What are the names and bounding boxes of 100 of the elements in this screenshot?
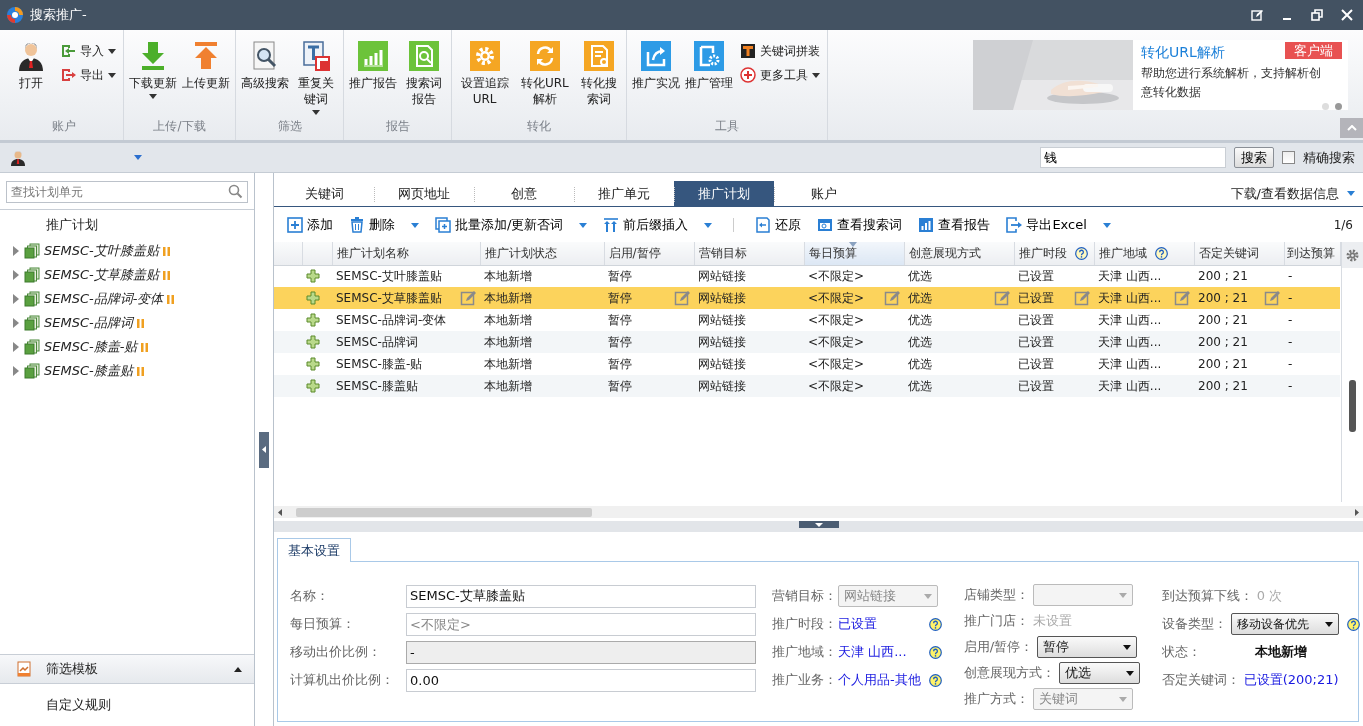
- collapse-button[interactable]: [1340, 118, 1363, 138]
- field-label: 推广地域：: [772, 643, 834, 661]
- search-field[interactable]: 钱: [1040, 147, 1226, 168]
- tree-item[interactable]: SEMSC-膝盖贴: [44, 362, 133, 380]
- share-icon: [640, 40, 673, 72]
- table-cell: 200 ; 21: [1194, 287, 1284, 309]
- input-field[interactable]: SEMSC-艾草膝盖贴: [406, 584, 756, 608]
- ribbon-button[interactable]: 设置追踪URL: [455, 40, 515, 107]
- column-header[interactable]: 推广计划状态: [480, 242, 604, 265]
- plus-icon[interactable]: [306, 313, 320, 327]
- dropdown[interactable]: 暂停: [1037, 636, 1138, 658]
- ribbon-button[interactable]: 推广报告: [347, 40, 399, 91]
- restore-icon[interactable]: [1311, 9, 1323, 21]
- table-cell: 天津 山西...: [1094, 331, 1194, 353]
- ribbon-button[interactable]: 下载更新: [127, 40, 179, 99]
- horizontal-scrollbar[interactable]: [274, 506, 1363, 518]
- input-field[interactable]: <不限定>: [406, 612, 756, 636]
- column-header[interactable]: 推广时段: [1014, 242, 1094, 265]
- toolbar-button[interactable]: 删除: [342, 213, 426, 237]
- column-header[interactable]: 推广计划名称: [332, 242, 480, 265]
- tree-item[interactable]: SEMSC-艾草膝盖贴: [44, 266, 159, 284]
- link[interactable]: 个人用品-其他: [838, 671, 921, 689]
- toolbar-button[interactable]: 添加: [280, 213, 340, 237]
- link[interactable]: 已设置(200;21): [1243, 671, 1339, 689]
- toolbar-button[interactable]: 还原: [748, 213, 809, 237]
- ribbon-button[interactable]: 关键词拼装: [736, 40, 825, 62]
- carousel-dot[interactable]: [1335, 103, 1342, 110]
- ribbon-button[interactable]: 更多工具: [736, 64, 825, 86]
- tree-item[interactable]: SEMSC-品牌词: [44, 314, 133, 332]
- tree-item[interactable]: SEMSC-艾叶膝盖贴: [44, 242, 159, 260]
- column-header[interactable]: 营销目标: [694, 242, 804, 265]
- tree-item[interactable]: SEMSC-膝盖-贴: [44, 338, 138, 356]
- table-cell: -: [1284, 265, 1340, 287]
- ribbon-button[interactable]: 高级搜索: [239, 40, 291, 91]
- tab[interactable]: 关键词: [274, 181, 374, 206]
- tab[interactable]: 推广计划: [674, 181, 774, 206]
- column-header[interactable]: 启用/暂停: [604, 242, 694, 265]
- column-header[interactable]: 每日预算: [804, 242, 904, 265]
- toolbar-button[interactable]: 批量添加/更新否词: [428, 213, 595, 237]
- table-cell: 优选: [904, 353, 1014, 375]
- ribbon-button[interactable]: 重复关键词: [292, 40, 340, 115]
- table-cell: 已设置: [1014, 287, 1094, 309]
- ribbon-button[interactable]: 转化搜索词: [575, 40, 624, 107]
- link[interactable]: 已设置: [838, 615, 877, 633]
- plus-icon[interactable]: [306, 335, 320, 349]
- export-icon: [60, 67, 76, 83]
- tab[interactable]: 基本设置: [277, 538, 351, 562]
- caret-icon: [1118, 696, 1127, 702]
- scrollbar-thumb[interactable]: [1349, 380, 1356, 432]
- plus-icon[interactable]: [306, 269, 320, 284]
- caret-icon: [1125, 670, 1134, 676]
- ribbon-button[interactable]: 导出: [56, 64, 120, 86]
- panel-header[interactable]: 筛选模板: [0, 654, 254, 684]
- collapse-handle[interactable]: [259, 431, 269, 468]
- plus-icon[interactable]: [306, 291, 320, 305]
- ribbon-button[interactable]: 推广管理: [683, 40, 736, 91]
- column-header[interactable]: 到达预算: [1284, 242, 1340, 265]
- banner-title[interactable]: 转化URL解析: [1141, 42, 1225, 62]
- ribbon-button[interactable]: 转化URL解析: [515, 40, 575, 107]
- dropdown[interactable]: 移动设备优先: [1230, 613, 1339, 635]
- download-info-link[interactable]: 下载/查看数据信息: [1230, 184, 1339, 203]
- toolbar-button[interactable]: 导出Excel: [999, 213, 1118, 237]
- toolbar-button[interactable]: 前后缀插入: [596, 213, 720, 237]
- table-cell: 200 ; 21: [1194, 309, 1284, 331]
- ribbon-button[interactable]: 搜索词报告: [400, 40, 448, 107]
- plus-icon[interactable]: [306, 357, 320, 371]
- group-label: 筛选: [276, 118, 303, 135]
- tab[interactable]: 网页地址: [374, 181, 474, 206]
- ribbon-button[interactable]: 上传更新: [180, 40, 232, 91]
- input-field[interactable]: 0.00: [406, 668, 756, 692]
- tab[interactable]: 推广单元: [574, 181, 674, 206]
- edit-icon: [1074, 290, 1090, 306]
- sidebar-link[interactable]: 自定义规则: [0, 690, 254, 720]
- tab[interactable]: 创意: [474, 181, 574, 206]
- search-button[interactable]: 搜索: [1234, 147, 1274, 168]
- tab[interactable]: 账户: [774, 181, 874, 206]
- splitter-handle[interactable]: [798, 521, 839, 528]
- tree-item[interactable]: SEMSC-品牌词-变体: [44, 290, 164, 308]
- column-header[interactable]: 推广地域: [1094, 242, 1194, 265]
- table-cell: 优选: [904, 331, 1014, 353]
- toolbar-button[interactable]: 查看报告: [911, 213, 998, 237]
- toolbar-button[interactable]: 查看搜索词: [810, 213, 910, 237]
- column-header[interactable]: 否定关键词: [1194, 242, 1284, 265]
- checkbox[interactable]: [1282, 151, 1295, 164]
- table-cell: 网站链接: [694, 287, 804, 309]
- field-label: 计算机出价比例：: [290, 671, 395, 689]
- ribbon-button[interactable]: 打开: [7, 40, 55, 91]
- table-cell: 天津 山西...: [1094, 287, 1194, 309]
- table-cell: -: [1284, 331, 1340, 353]
- ribbon-button[interactable]: 导入: [56, 40, 120, 62]
- plus-icon[interactable]: [306, 379, 320, 393]
- search-field[interactable]: 查找计划单元: [6, 181, 248, 203]
- ribbon-button[interactable]: 推广实况: [630, 40, 683, 91]
- carousel-dot[interactable]: [1322, 103, 1329, 110]
- dropdown[interactable]: 优选: [1058, 662, 1140, 684]
- link[interactable]: 天津 山西...: [838, 643, 907, 661]
- close-icon[interactable]: [1341, 9, 1353, 21]
- settings-button[interactable]: [1341, 242, 1363, 268]
- column-header[interactable]: 创意展现方式: [904, 242, 1014, 265]
- edit-icon[interactable]: [1251, 9, 1263, 21]
